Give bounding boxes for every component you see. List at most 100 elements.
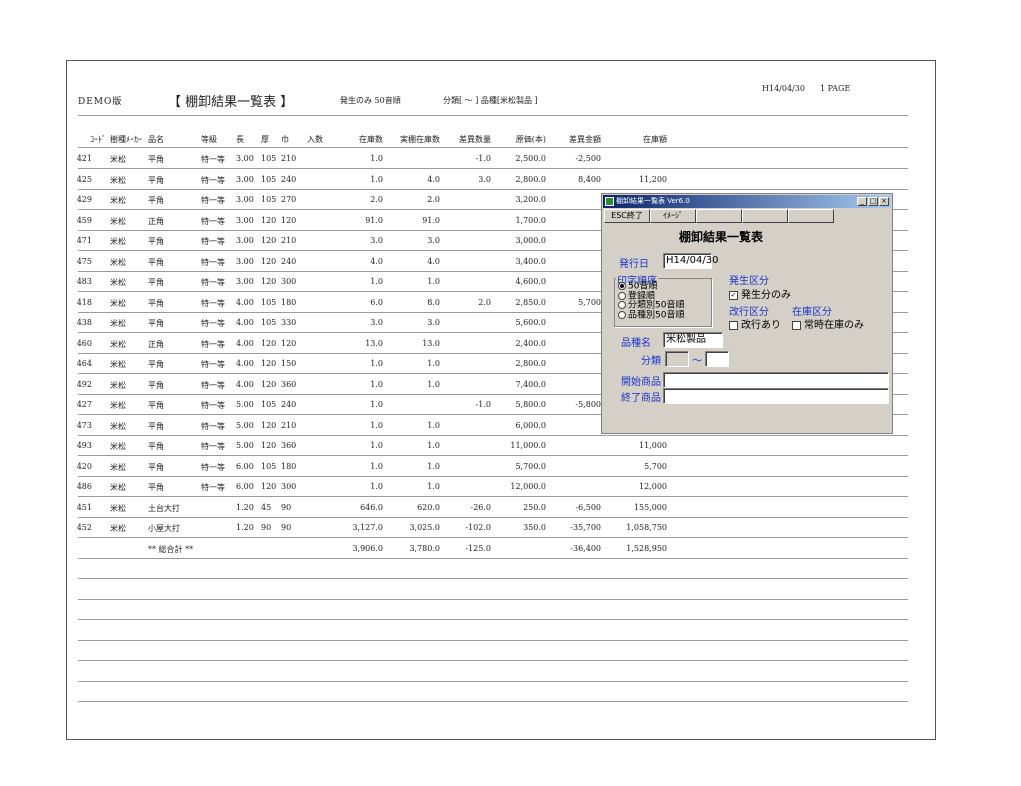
table-cell: 6.00 (236, 461, 254, 471)
table-cell: 1.20 (236, 502, 254, 512)
table-cell: 特一等 (201, 216, 225, 226)
table-cell: 1.0 (370, 461, 383, 471)
row-rule (78, 516, 908, 518)
table-cell: 240 (281, 400, 297, 409)
toolbar-empty-button-2[interactable] (742, 209, 788, 223)
table-cell: 120 (261, 441, 277, 450)
table-cell: 2.0 (478, 297, 491, 307)
table-cell: 120 (281, 338, 297, 348)
table-cell: 3.00 (236, 256, 254, 266)
occurrence-label: 発生区分 (729, 276, 769, 287)
table-cell: 6.0 (370, 297, 383, 307)
table-cell: 5,600.0 (515, 318, 546, 327)
table-cell: 3.0 (427, 318, 440, 327)
table-cell: 3,400.0 (515, 256, 546, 266)
column-header: 在庫数 (359, 135, 383, 144)
table-cell: 平角 (148, 421, 164, 431)
table-cell: 特一等 (201, 462, 225, 472)
table-cell: 特一等 (201, 298, 225, 308)
table-cell: 210 (281, 236, 297, 245)
table-cell: 105 (261, 318, 277, 327)
start-item-input[interactable] (663, 372, 889, 388)
checkbox-checked-icon: ✓ (729, 290, 738, 300)
table-cell: 4.00 (236, 359, 254, 368)
table-cell: -102.0 (465, 523, 491, 532)
table-cell: 米松 (110, 401, 126, 410)
table-cell: 438 (76, 318, 92, 327)
table-cell: 平角 (148, 442, 164, 451)
total-cell: ** 総合計 ** (148, 544, 194, 554)
table-cell: 240 (281, 174, 297, 184)
table-cell: 492 (76, 379, 92, 389)
row-rule (78, 537, 908, 538)
table-cell: 4.00 (236, 318, 254, 327)
column-header: 入数 (307, 135, 323, 144)
table-cell: 420 (76, 461, 92, 471)
toolbar-empty-button-1[interactable] (696, 209, 742, 223)
table-cell: 250.0 (523, 502, 546, 512)
table-cell: 4,600.0 (515, 277, 546, 286)
category-label: 分類 (641, 356, 661, 367)
end-item-input[interactable] (663, 388, 889, 404)
table-cell: 平角 (148, 257, 164, 267)
end-item-label: 終了商品 (621, 393, 661, 404)
issue-date-input[interactable]: H14/04/30 (663, 253, 718, 269)
table-cell: 473 (76, 420, 92, 430)
page-break-checkbox[interactable]: 改行あり (729, 316, 781, 331)
report-range: 分類[ ～ ] 品種[米松製品 ] (443, 96, 538, 105)
table-cell: 特一等 (201, 339, 225, 349)
table-cell: 240 (281, 256, 297, 266)
radio-product-type[interactable]: 品種別50音順 (618, 310, 684, 321)
table-cell: 210 (281, 154, 297, 163)
category-to-input[interactable] (705, 351, 729, 367)
table-cell: 471 (76, 236, 92, 245)
column-header: 在庫額 (643, 135, 667, 144)
table-cell: 5,800.0 (515, 400, 546, 409)
maximize-icon[interactable]: □ (868, 197, 878, 206)
table-cell: 1.0 (370, 359, 383, 368)
table-cell: 8,400 (578, 174, 601, 184)
table-cell: 3.00 (236, 215, 254, 225)
table-cell: 91.0 (422, 215, 440, 225)
table-cell: 米松 (110, 380, 126, 390)
image-button[interactable]: ｲﾒｰｼﾞ (650, 209, 696, 223)
table-cell: 3.00 (236, 174, 254, 184)
table-cell: 120 (261, 420, 277, 430)
table-cell: 12,000 (639, 482, 667, 491)
table-cell: 2,500.0 (515, 154, 546, 163)
occurrence-checkbox[interactable]: ✓ 発生分のみ (729, 286, 791, 301)
table-cell: 105 (261, 174, 277, 184)
table-cell: 646.0 (360, 502, 383, 512)
product-type-input[interactable]: 米松製品 (663, 332, 723, 348)
table-cell: 特一等 (201, 421, 225, 431)
table-cell: 460 (76, 338, 92, 348)
table-cell: 正角 (148, 339, 164, 349)
table-cell: 120 (261, 359, 277, 368)
table-cell: 特一等 (201, 319, 225, 328)
close-icon[interactable]: × (879, 197, 889, 206)
table-cell: -1.0 (475, 400, 491, 409)
table-cell: 平角 (148, 196, 164, 205)
table-cell: 米松 (110, 442, 126, 451)
table-cell: 486 (76, 482, 92, 491)
column-header: ｺｰﾄﾞ (90, 135, 106, 144)
column-header: 原価(本) (515, 135, 546, 144)
table-cell: 平角 (148, 298, 164, 308)
blank-row-rule (78, 639, 908, 641)
dialog-title: 棚卸結果一覧表 Ver6.0 (616, 197, 690, 205)
table-cell: 米松 (110, 237, 126, 246)
table-cell: 2,800.0 (515, 174, 546, 184)
minimize-icon[interactable]: _ (857, 197, 867, 206)
product-type-label: 品種名 (621, 338, 651, 349)
toolbar-empty-button-3[interactable] (788, 209, 834, 223)
print-order-radios: 50音順 登録順 分類別50音順 品種別50音順 (618, 282, 684, 320)
table-cell: 1.0 (370, 400, 383, 409)
table-cell: 1.0 (427, 482, 440, 491)
total-cell: 3,906.0 (352, 543, 383, 553)
table-cell: 180 (281, 297, 297, 307)
stock-checkbox[interactable]: 常時在庫のみ (792, 316, 864, 331)
esc-button[interactable]: ESC終了 (604, 209, 650, 223)
checkbox-unchecked-icon (792, 320, 801, 330)
category-from-input[interactable] (665, 351, 689, 367)
dialog-titlebar[interactable]: 棚卸結果一覧表 Ver6.0 _ □ × (603, 195, 891, 208)
